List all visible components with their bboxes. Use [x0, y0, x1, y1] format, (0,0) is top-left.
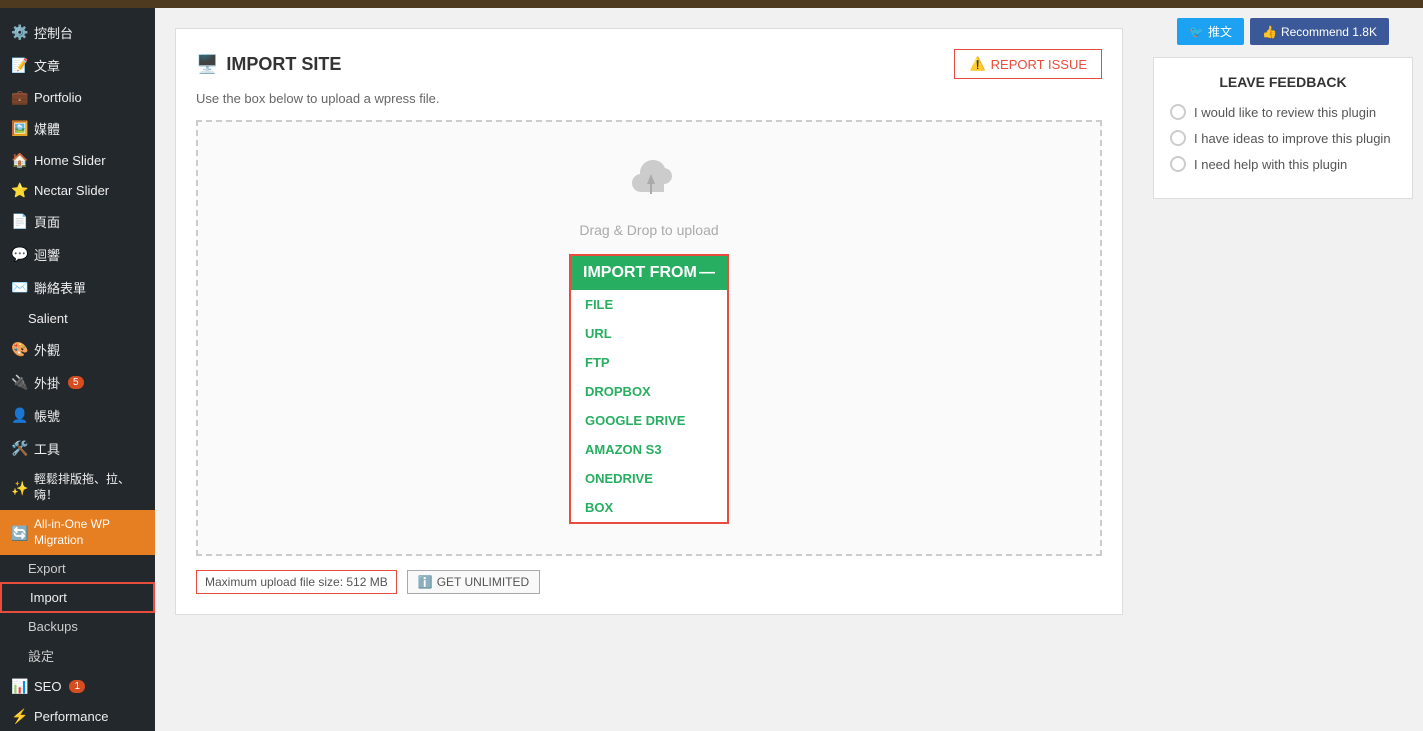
sidebar: ⚙️ 控制台 📝 文章 💼 Portfolio 🖼️ 媒體 🏠 Home Sli…	[0, 8, 155, 731]
comments-icon: 💬	[12, 247, 28, 263]
sidebar-item-seo[interactable]: 📊 SEO 1	[0, 671, 155, 701]
sidebar-item-pages[interactable]: 📄 頁面	[0, 205, 155, 238]
sidebar-item-portfolio[interactable]: 💼 Portfolio	[0, 82, 155, 112]
media-icon: 🖼️	[12, 121, 28, 137]
tweet-button[interactable]: 🐦 推文	[1177, 18, 1244, 45]
sidebar-item-drag-drop[interactable]: ✨ 輕鬆排版拖、拉、嗨！	[0, 465, 155, 510]
import-from-button[interactable]: IMPORT FROM —	[571, 256, 727, 290]
feedback-radio-review[interactable]	[1170, 104, 1186, 120]
contact-form-icon: ✉️	[12, 280, 28, 296]
pages-icon: 📄	[12, 214, 28, 230]
right-panel: 🐦 推文 👍 Recommend 1.8K LEAVE FEEDBACK I w…	[1143, 8, 1423, 723]
sidebar-item-account[interactable]: 👤 帳號	[0, 399, 155, 432]
feedback-option-ideas: I have ideas to improve this plugin	[1170, 130, 1396, 146]
main-content: 🖥️ IMPORT SITE ⚠️ REPORT ISSUE Use the b…	[155, 8, 1143, 723]
import-dropdown-items: FILE URL FTP DROPBOX GOOGLE DRIVE AMAZON…	[571, 290, 727, 522]
report-issue-button[interactable]: ⚠️ REPORT ISSUE	[954, 49, 1102, 79]
article-icon: 📝	[12, 58, 28, 74]
feedback-radio-ideas[interactable]	[1170, 130, 1186, 146]
nectar-slider-icon: ⭐	[12, 182, 28, 198]
seo-icon: 📊	[12, 678, 28, 694]
sidebar-subitem-backups[interactable]: Backups	[0, 613, 155, 640]
import-title: 🖥️ IMPORT SITE	[196, 54, 341, 75]
recommend-button[interactable]: 👍 Recommend 1.8K	[1250, 18, 1389, 45]
feedback-radio-help[interactable]	[1170, 156, 1186, 172]
drop-zone[interactable]: Drag & Drop to upload IMPORT FROM — FILE…	[196, 120, 1102, 556]
info-icon: ℹ️	[418, 575, 433, 589]
top-bar	[0, 0, 1423, 8]
import-dropdown: IMPORT FROM — FILE URL FTP DROPBOX GOOGL…	[569, 254, 729, 524]
import-title-icon: 🖥️	[196, 54, 218, 75]
upload-info: Maximum upload file size: 512 MB ℹ️ GET …	[196, 570, 1102, 594]
sidebar-submenu: Export Import Backups 設定	[0, 555, 155, 671]
home-slider-icon: 🏠	[12, 152, 28, 168]
plugins-badge: 5	[68, 376, 84, 389]
import-ftp-item[interactable]: FTP	[571, 348, 727, 377]
warning-icon: ⚠️	[969, 56, 985, 72]
feedback-option-help: I need help with this plugin	[1170, 156, 1396, 172]
all-in-one-icon: 🔄	[12, 525, 28, 541]
sidebar-item-nectar-slider[interactable]: ⭐ Nectar Slider	[0, 175, 155, 205]
feedback-title: LEAVE FEEDBACK	[1170, 74, 1396, 90]
cloud-upload-icon	[619, 152, 679, 214]
controlpanel-icon: ⚙️	[12, 25, 28, 41]
sidebar-item-media[interactable]: 🖼️ 媒體	[0, 112, 155, 145]
import-google-drive-item[interactable]: GOOGLE DRIVE	[571, 406, 727, 435]
import-onedrive-item[interactable]: ONEDRIVE	[571, 464, 727, 493]
sidebar-item-contact-form[interactable]: ✉️ 聯絡表單	[0, 271, 155, 304]
sidebar-item-home-slider[interactable]: 🏠 Home Slider	[0, 145, 155, 175]
account-icon: 👤	[12, 408, 28, 424]
feedback-box: LEAVE FEEDBACK I would like to review th…	[1153, 57, 1413, 199]
facebook-icon: 👍	[1262, 25, 1277, 39]
max-upload-badge: Maximum upload file size: 512 MB	[196, 570, 397, 594]
sidebar-item-performance[interactable]: ⚡ Performance	[0, 701, 155, 731]
drop-text: Drag & Drop to upload	[579, 222, 718, 238]
minus-icon: —	[699, 264, 715, 282]
social-buttons: 🐦 推文 👍 Recommend 1.8K	[1153, 18, 1413, 45]
portfolio-icon: 💼	[12, 89, 28, 105]
sidebar-subitem-export[interactable]: Export	[0, 555, 155, 582]
import-header: 🖥️ IMPORT SITE ⚠️ REPORT ISSUE	[196, 49, 1102, 79]
sidebar-item-salient[interactable]: Salient	[0, 304, 155, 333]
sidebar-item-appearance[interactable]: 🎨 外觀	[0, 333, 155, 366]
tools-icon: 🛠️	[12, 441, 28, 457]
import-dropbox-item[interactable]: DROPBOX	[571, 377, 727, 406]
import-file-item[interactable]: FILE	[571, 290, 727, 319]
sidebar-subitem-settings[interactable]: 設定	[0, 640, 155, 671]
get-unlimited-button[interactable]: ℹ️ GET UNLIMITED	[407, 570, 540, 594]
plugins-icon: 🔌	[12, 375, 28, 391]
twitter-icon: 🐦	[1189, 25, 1204, 39]
feedback-option-review: I would like to review this plugin	[1170, 104, 1396, 120]
sidebar-item-controlpanel[interactable]: ⚙️ 控制台	[0, 16, 155, 49]
import-amazon-s3-item[interactable]: AMAZON S3	[571, 435, 727, 464]
import-url-item[interactable]: URL	[571, 319, 727, 348]
sidebar-item-comments[interactable]: 💬 迴響	[0, 238, 155, 271]
import-description: Use the box below to upload a wpress fil…	[196, 91, 1102, 106]
import-card: 🖥️ IMPORT SITE ⚠️ REPORT ISSUE Use the b…	[175, 28, 1123, 615]
sidebar-subitem-import[interactable]: Import	[0, 582, 155, 613]
sidebar-item-plugins[interactable]: 🔌 外掛 5	[0, 366, 155, 399]
sidebar-item-tools[interactable]: 🛠️ 工具	[0, 432, 155, 465]
appearance-icon: 🎨	[12, 342, 28, 358]
performance-icon: ⚡	[12, 708, 28, 724]
sidebar-item-article[interactable]: 📝 文章	[0, 49, 155, 82]
import-box-item[interactable]: BOX	[571, 493, 727, 522]
drag-drop-icon: ✨	[12, 480, 28, 496]
sidebar-item-all-in-one-wp[interactable]: 🔄 All-in-One WP Migration	[0, 510, 155, 555]
seo-badge: 1	[69, 680, 85, 693]
page-title: IMPORT SITE	[226, 54, 341, 75]
